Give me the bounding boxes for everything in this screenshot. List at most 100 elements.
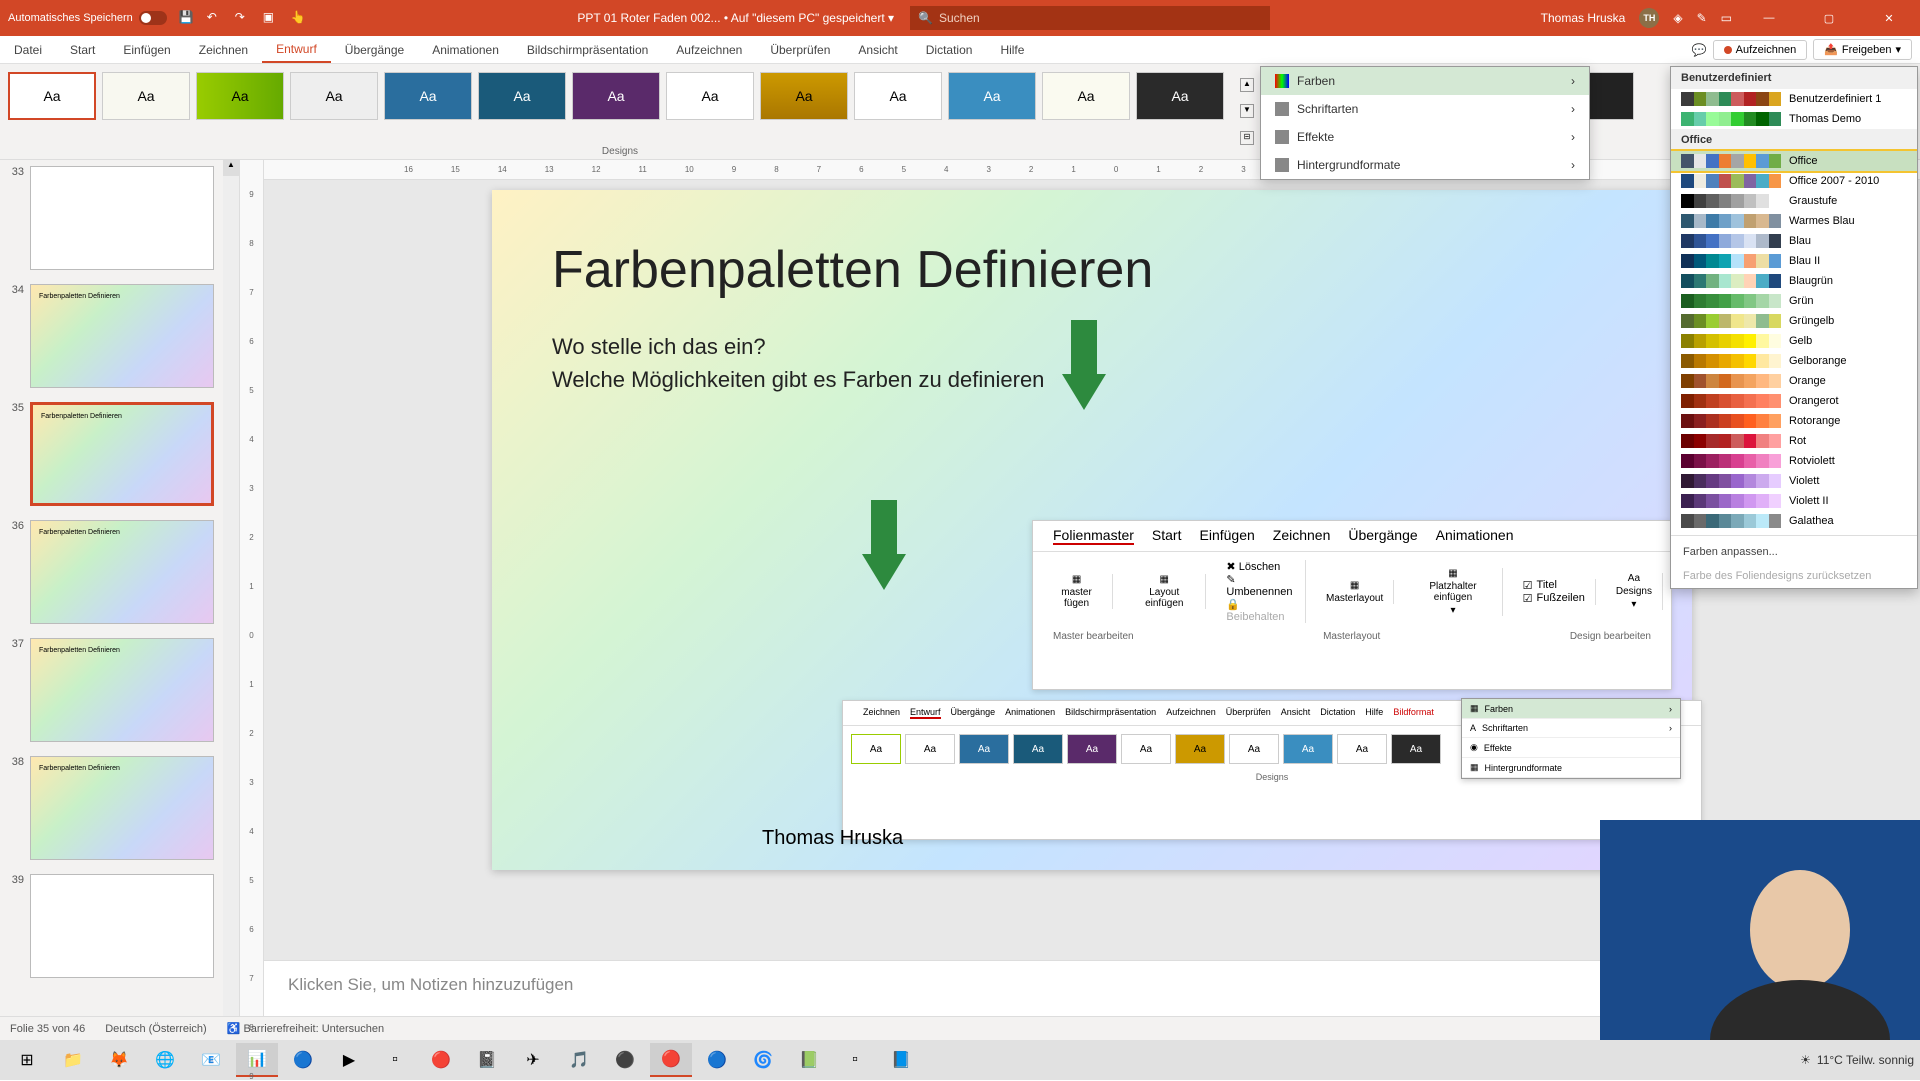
slide-panel[interactable]: ▲ 33 34Farbenpaletten Definieren 35Farbenp… xyxy=(0,160,240,1016)
chrome-icon[interactable]: 🌐 xyxy=(144,1043,186,1077)
panel-scrollbar[interactable]: ▲ xyxy=(223,160,239,1016)
color-scheme-item[interactable]: Rotviolett xyxy=(1671,451,1917,471)
title-bar: Automatisches Speichern 💾 ↶ ↷ ▣ 👆 PPT 01… xyxy=(0,0,1920,36)
tab-dictation[interactable]: Dictation xyxy=(912,36,987,63)
word-icon[interactable]: 📘 xyxy=(880,1043,922,1077)
obs-icon[interactable]: ⚫ xyxy=(604,1043,646,1077)
excel-icon[interactable]: 📗 xyxy=(788,1043,830,1077)
slide-thumbnail-38[interactable]: 38Farbenpaletten Definieren xyxy=(0,756,239,860)
search-icon: 🔍 xyxy=(918,11,933,25)
weather-widget[interactable]: ☀ 11°C Teilw. sonnig xyxy=(1800,1053,1914,1067)
color-scheme-item[interactable]: Rotorange xyxy=(1671,411,1917,431)
color-scheme-item[interactable]: Orange xyxy=(1671,371,1917,391)
tab-einfügen[interactable]: Einfügen xyxy=(109,36,184,63)
effects-menu-item[interactable]: Effekte› xyxy=(1261,123,1589,151)
user-name[interactable]: Thomas Hruska xyxy=(1541,11,1626,25)
color-scheme-item[interactable]: Gelborange xyxy=(1671,351,1917,371)
tab-entwurf[interactable]: Entwurf xyxy=(262,36,331,63)
color-scheme-item[interactable]: Violett II xyxy=(1671,491,1917,511)
firefox-icon[interactable]: 🦊 xyxy=(98,1043,140,1077)
color-scheme-item[interactable]: Thomas Demo xyxy=(1671,109,1917,129)
share-button[interactable]: 📤 Freigeben ▾ xyxy=(1813,39,1912,60)
slide-thumbnail-36[interactable]: 36Farbenpaletten Definieren xyxy=(0,520,239,624)
gallery-scrollbar[interactable]: ▲▼⊟ xyxy=(1240,64,1256,159)
tab-animationen[interactable]: Animationen xyxy=(418,36,513,63)
color-scheme-item[interactable]: Blau II xyxy=(1671,251,1917,271)
app-icon[interactable]: ▫ xyxy=(834,1043,876,1077)
color-scheme-item[interactable]: Graustufe xyxy=(1671,191,1917,211)
powerpoint-icon[interactable]: 📊 xyxy=(236,1043,278,1077)
slide-canvas[interactable]: Farbenpaletten Definieren Wo stelle ich … xyxy=(492,190,1692,870)
undo-icon[interactable]: ↶ xyxy=(207,10,223,26)
slide-thumbnail-34[interactable]: 34Farbenpaletten Definieren xyxy=(0,284,239,388)
slide-counter: Folie 35 von 46 xyxy=(10,1023,85,1035)
redo-icon[interactable]: ↷ xyxy=(235,10,251,26)
ribbon: Aa Aa Aa Aa Aa Aa Aa Aa Aa Aa Aa Aa Aa D… xyxy=(0,64,1920,160)
user-avatar[interactable]: TH xyxy=(1639,8,1659,28)
diamond-icon[interactable]: ◈ xyxy=(1673,11,1682,25)
reset-colors-button: Farbe des Foliendesigns zurücksetzen xyxy=(1671,564,1917,588)
color-scheme-item[interactable]: Rot xyxy=(1671,431,1917,451)
tab-ansicht[interactable]: Ansicht xyxy=(844,36,911,63)
vlc-icon[interactable]: ▶ xyxy=(328,1043,370,1077)
tab-aufzeichnen[interactable]: Aufzeichnen xyxy=(662,36,756,63)
color-scheme-item[interactable]: Gelb xyxy=(1671,331,1917,351)
tab-zeichnen[interactable]: Zeichnen xyxy=(185,36,262,63)
app-icon[interactable]: ▫ xyxy=(374,1043,416,1077)
color-scheme-item[interactable]: Violett xyxy=(1671,471,1917,491)
app-icon[interactable]: 🎵 xyxy=(558,1043,600,1077)
edge-icon[interactable]: 🌀 xyxy=(742,1043,784,1077)
embedded-popup: ▦ Farben› A Schriftarten› ◉ Effekte ▦ Hi… xyxy=(1461,698,1681,779)
onenote-icon[interactable]: 📓 xyxy=(466,1043,508,1077)
background-styles-menu-item[interactable]: Hintergrundformate› xyxy=(1261,151,1589,179)
tab-start[interactable]: Start xyxy=(56,36,109,63)
color-scheme-item[interactable]: Orangerot xyxy=(1671,391,1917,411)
language-indicator[interactable]: Deutsch (Österreich) xyxy=(105,1023,206,1035)
start-button[interactable]: ⊞ xyxy=(6,1043,48,1077)
autosave-toggle[interactable]: Automatisches Speichern xyxy=(8,11,167,25)
presentation-icon[interactable]: ▣ xyxy=(263,10,279,26)
color-scheme-item[interactable]: Office 2007 - 2010 xyxy=(1671,171,1917,191)
draw-icon[interactable]: ✎ xyxy=(1697,11,1707,25)
tab-hilfe[interactable]: Hilfe xyxy=(986,36,1038,63)
comments-icon[interactable]: 💬 xyxy=(1692,43,1707,57)
tab-datei[interactable]: Datei xyxy=(0,36,56,63)
customize-colors-button[interactable]: Farben anpassen... xyxy=(1671,540,1917,564)
app-icon[interactable]: 🔵 xyxy=(696,1043,738,1077)
app-icon[interactable]: 🔴 xyxy=(420,1043,462,1077)
color-scheme-item[interactable]: Grün xyxy=(1671,291,1917,311)
theme-gallery[interactable]: Aa Aa Aa Aa Aa Aa Aa Aa Aa Aa Aa Aa Aa D… xyxy=(0,64,1240,159)
touch-icon[interactable]: 👆 xyxy=(291,10,307,26)
close-button[interactable]: ✕ xyxy=(1866,0,1912,36)
tab-bildschirmpräsentation[interactable]: Bildschirmpräsentation xyxy=(513,36,662,63)
slide-thumbnail-35[interactable]: 35Farbenpaletten Definieren xyxy=(0,402,239,506)
search-input[interactable]: 🔍 Suchen xyxy=(910,6,1270,30)
minimize-button[interactable]: — xyxy=(1746,0,1792,36)
maximize-button[interactable]: ▢ xyxy=(1806,0,1852,36)
color-scheme-item[interactable]: Office xyxy=(1671,151,1917,171)
record-button[interactable]: Aufzeichnen xyxy=(1713,40,1808,60)
embedded-screenshot-1: FolienmasterStartEinfügenZeichnenÜbergän… xyxy=(1032,520,1672,690)
colors-menu-item[interactable]: Farben› xyxy=(1261,67,1589,95)
slide-thumbnail-37[interactable]: 37Farbenpaletten Definieren xyxy=(0,638,239,742)
app-icon[interactable]: 🔵 xyxy=(282,1043,324,1077)
color-scheme-item[interactable]: Benutzerdefiniert 1 xyxy=(1671,89,1917,109)
slide-thumbnail-39[interactable]: 39 xyxy=(0,874,239,978)
slide-thumbnail-33[interactable]: 33 xyxy=(0,166,239,270)
recording-icon[interactable]: 🔴 xyxy=(650,1043,692,1077)
save-icon[interactable]: 💾 xyxy=(179,10,195,26)
color-scheme-item[interactable]: Galathea xyxy=(1671,511,1917,531)
window-icon[interactable]: ▭ xyxy=(1721,11,1732,25)
color-scheme-item[interactable]: Warmes Blau xyxy=(1671,211,1917,231)
tab-überprüfen[interactable]: Überprüfen xyxy=(756,36,844,63)
color-scheme-item[interactable]: Blau xyxy=(1671,231,1917,251)
arrow-icon xyxy=(862,500,906,590)
fonts-menu-item[interactable]: Schriftarten› xyxy=(1261,95,1589,123)
document-title: PPT 01 Roter Faden 002... • Auf "diesem … xyxy=(577,11,894,25)
telegram-icon[interactable]: ✈ xyxy=(512,1043,554,1077)
color-scheme-item[interactable]: Blaugrün xyxy=(1671,271,1917,291)
color-scheme-item[interactable]: Grüngelb xyxy=(1671,311,1917,331)
outlook-icon[interactable]: 📧 xyxy=(190,1043,232,1077)
file-explorer-icon[interactable]: 📁 xyxy=(52,1043,94,1077)
tab-übergänge[interactable]: Übergänge xyxy=(331,36,418,63)
